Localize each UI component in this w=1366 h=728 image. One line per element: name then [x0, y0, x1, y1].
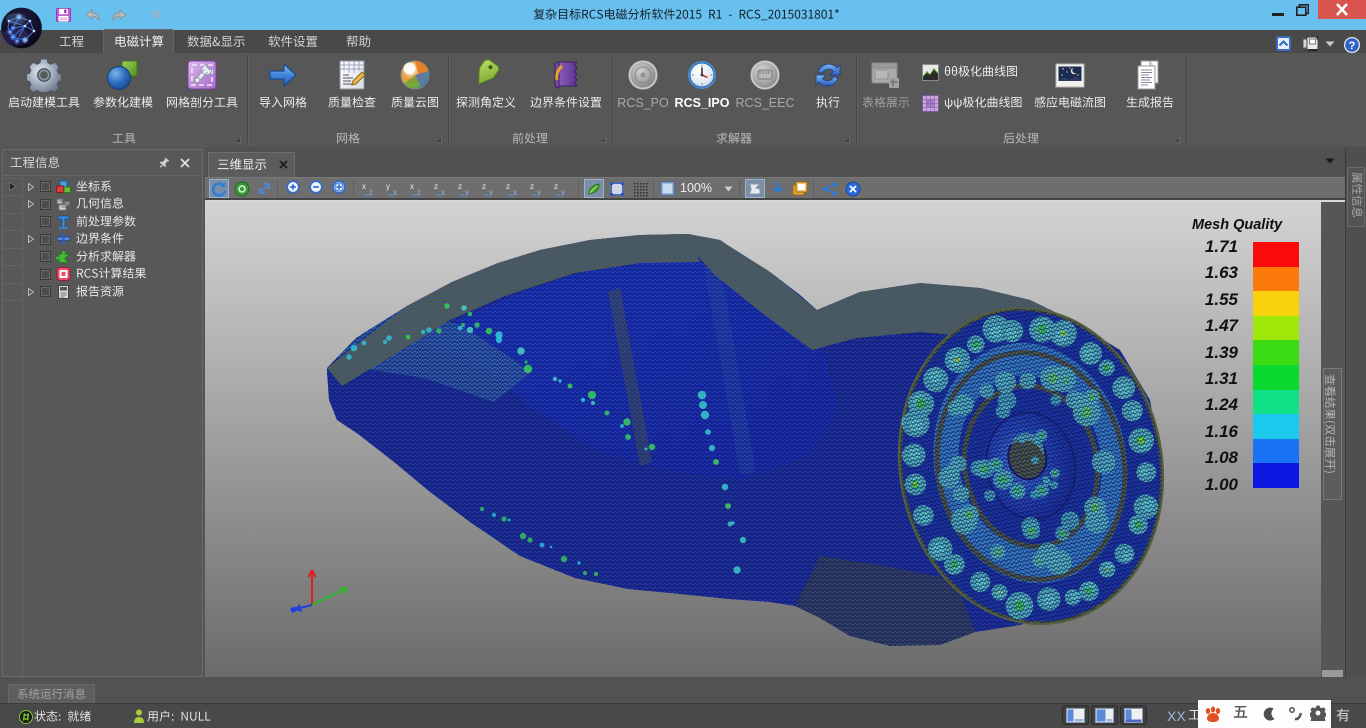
- svg-text:z: z: [458, 182, 462, 191]
- svg-text:y: y: [386, 182, 390, 191]
- svg-text:x: x: [441, 188, 445, 196]
- svg-text:y: y: [561, 188, 565, 196]
- svg-text:x: x: [410, 182, 414, 191]
- svg-text:z: z: [554, 182, 558, 191]
- svg-text:z: z: [417, 188, 421, 196]
- svg-text:z: z: [482, 182, 486, 191]
- svg-text:y: y: [537, 188, 541, 196]
- svg-text:z: z: [506, 182, 510, 191]
- svg-text:z: z: [434, 182, 438, 191]
- svg-text:z: z: [369, 188, 373, 196]
- svg-text:y: y: [489, 188, 493, 196]
- svg-text:z: z: [530, 182, 534, 191]
- svg-text:x: x: [362, 182, 366, 191]
- svg-text:Mesh Quality: Mesh Quality: [1192, 217, 1283, 232]
- svg-text:x: x: [513, 188, 517, 196]
- svg-text:x: x: [393, 188, 397, 196]
- svg-text:?: ?: [1349, 40, 1356, 52]
- svg-text:y: y: [465, 188, 469, 196]
